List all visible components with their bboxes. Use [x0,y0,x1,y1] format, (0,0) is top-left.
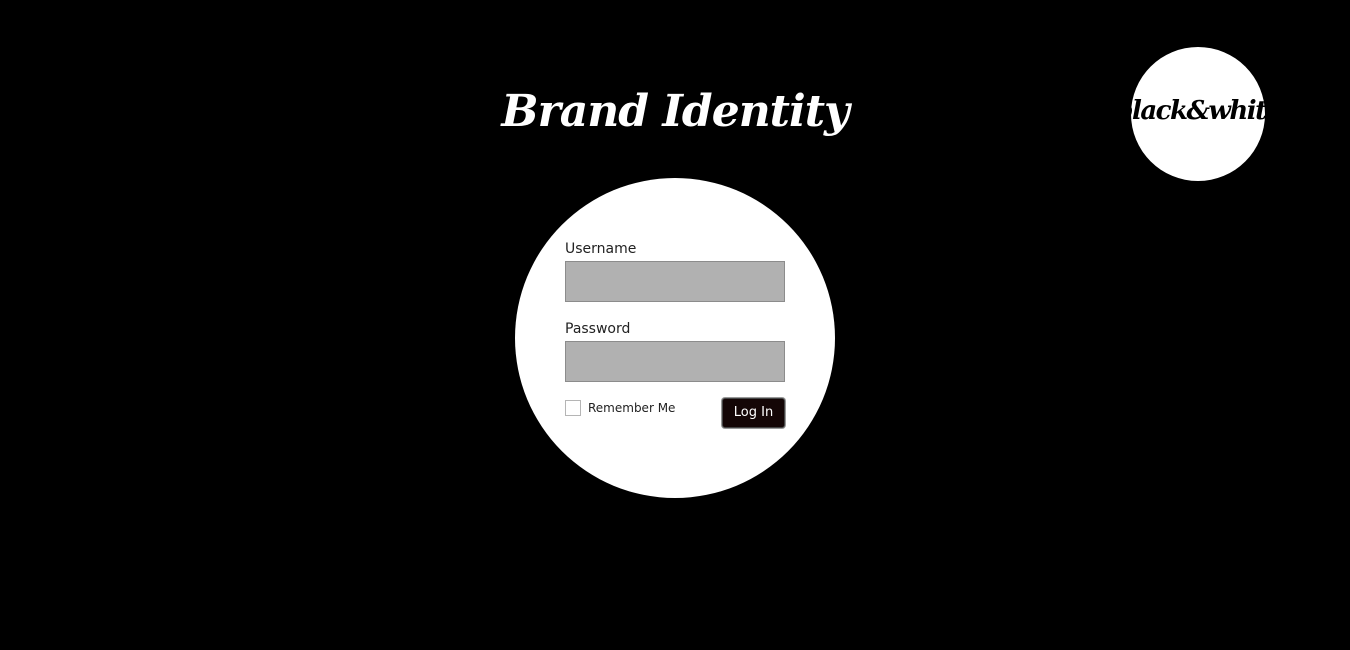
logo-text: black&white [1115,96,1282,126]
remember-me-checkbox[interactable] [565,400,581,416]
login-panel [515,178,835,498]
password-input[interactable] [565,341,785,382]
remember-me-label[interactable]: Remember Me [588,400,675,417]
username-input[interactable] [565,261,785,302]
login-button[interactable]: Log In [722,398,785,428]
username-label: Username [565,241,637,257]
password-label: Password [565,321,631,337]
